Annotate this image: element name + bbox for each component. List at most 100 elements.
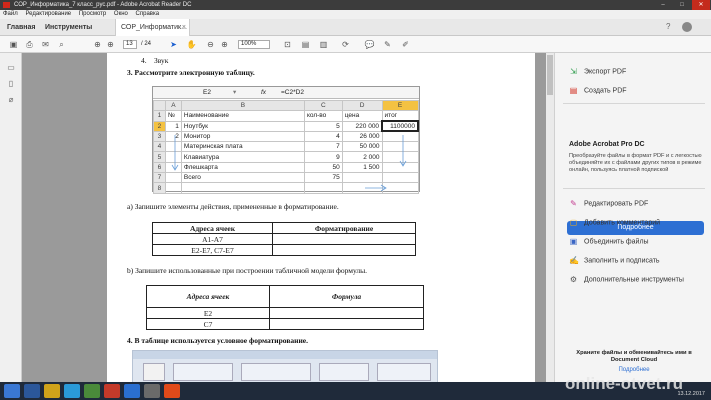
menu-bar: Файл Редактирование Просмотр Окно Справк…: [0, 10, 711, 19]
vertical-scrollbar[interactable]: [546, 53, 554, 400]
create-pdf-item[interactable]: ▤ Создать PDF: [569, 86, 627, 95]
help-icon[interactable]: ?: [666, 22, 670, 31]
zoom-dropdown[interactable]: 100%: [238, 40, 270, 49]
fill-sign-icon: ✍: [569, 256, 579, 265]
menu-view[interactable]: Просмотр: [79, 11, 106, 17]
right-tools-pane: ⇲ Экспорт PDF ▤ Создать PDF Adobe Acrobat …: [554, 53, 711, 400]
taskbar-app-icon[interactable]: [124, 384, 140, 398]
ribbon-group: [143, 363, 165, 381]
zoom-out-icon[interactable]: ⊖: [205, 39, 216, 50]
select-tool-icon[interactable]: ➤: [168, 39, 179, 50]
page-up-icon[interactable]: ⊕: [92, 39, 103, 50]
promo-title: Adobe Acrobat Pro DC: [569, 141, 645, 148]
create-pdf-icon: ▤: [569, 86, 578, 95]
table-b-cell: [269, 307, 424, 319]
tab-tools[interactable]: Инструменты: [40, 19, 97, 36]
ribbon-group: [173, 363, 233, 381]
taskbar-app-icon[interactable]: [64, 384, 80, 398]
promo-text: Преобразуйте файлы в формат PDF и с легк…: [569, 153, 702, 173]
add-comment-item[interactable]: ▢ Добавить комментарий: [569, 218, 660, 227]
left-nav-pane: ▭ ▯ ⌀: [0, 53, 22, 400]
save-icon[interactable]: ▣: [8, 39, 19, 50]
scrollbar-thumb[interactable]: [547, 55, 553, 95]
toolbar: ▣ ⎙ ✉ ⌕ ⊕ ⊕ 13 / 24 ➤ ✋ ⊖ ⊕ 100% ⊡ ▤ ▥ ⟳…: [0, 36, 711, 53]
combine-files-item[interactable]: ▣ Объединить файлы: [569, 237, 649, 246]
ribbon-tab-strip: [133, 351, 437, 359]
table-b-cell: С7: [146, 318, 270, 330]
menu-window[interactable]: Окно: [114, 11, 128, 17]
comment-icon[interactable]: 💬: [364, 39, 375, 50]
taskbar-app-icon[interactable]: [44, 384, 60, 398]
tab-home[interactable]: Главная: [2, 19, 40, 36]
table-a-cell: А1-А7: [152, 233, 273, 245]
table-a-cell: [272, 233, 416, 245]
export-pdf-label: Экспорт PDF: [584, 68, 627, 76]
menu-file[interactable]: Файл: [3, 11, 18, 17]
edit-pdf-icon: ✎: [570, 199, 577, 208]
question-3: 3. Рассмотрите электронную таблицу.: [127, 68, 255, 77]
table-a-cell: [272, 244, 416, 256]
table-b-cell: Е2: [146, 307, 270, 319]
minimize-icon[interactable]: –: [654, 0, 672, 10]
taskbar-app-icon[interactable]: [24, 384, 40, 398]
fill-sign-label: Заполнить и подписать: [584, 257, 660, 265]
edit-pdf-item[interactable]: ✎ Редактировать PDF: [569, 199, 648, 208]
menu-help[interactable]: Справка: [136, 11, 160, 17]
ribbon-group: [319, 363, 369, 381]
account-avatar[interactable]: [682, 22, 692, 32]
taskbar-app-icon[interactable]: [84, 384, 100, 398]
page-down-icon[interactable]: ⊕: [105, 39, 116, 50]
table-b-cell: [269, 318, 424, 330]
taskbar-app-icon[interactable]: [164, 384, 180, 398]
window-title: СОР_Информатика_7 класс_рус.pdf - Adobe …: [14, 2, 192, 8]
spreadsheet-image: E2 ▾ fx =C2*D2 A B C D E 1 № Наименовани…: [152, 86, 420, 194]
add-comment-label: Добавить комментарий: [584, 219, 661, 227]
pen-icon[interactable]: ✎: [382, 39, 393, 50]
close-icon[interactable]: ✕: [692, 0, 710, 10]
tab-document[interactable]: СОР_Информатик... ×: [115, 19, 190, 36]
fill-sign-item[interactable]: ✍ Заполнить и подписать: [569, 256, 660, 265]
table-b-header: Формула: [269, 285, 424, 308]
table-a-header: Адреса ячеек: [152, 222, 273, 234]
more-tools-label: Дополнительные инструменты: [584, 276, 684, 284]
page-thumbnails-icon[interactable]: ▭: [6, 63, 16, 73]
tab-bar: Главная Инструменты СОР_Информатик... × …: [0, 19, 711, 36]
email-icon[interactable]: ✉: [40, 39, 51, 50]
create-pdf-label: Создать PDF: [584, 87, 627, 95]
fit-page-icon[interactable]: ⊡: [282, 39, 293, 50]
question-b: b) Запишите использованные при построени…: [127, 266, 368, 275]
taskbar-app-icon[interactable]: [104, 384, 120, 398]
more-tools-icon: ⚙: [569, 275, 578, 284]
attachments-icon[interactable]: ⌀: [6, 95, 16, 105]
title-bar: СОР_Информатика_7 класс_рус.pdf - Adobe …: [0, 0, 711, 10]
table-b-header: Адреса ячеек: [146, 285, 270, 308]
tab-close-icon[interactable]: ×: [182, 19, 186, 36]
annotation-arrows: [171, 135, 407, 191]
document-cloud-text: Храните файлы и обменивайтесь ими в Docu…: [576, 350, 692, 363]
page-number-input[interactable]: 13: [123, 40, 137, 49]
page-total: / 24: [141, 41, 152, 47]
rotate-icon[interactable]: ⟳: [340, 39, 351, 50]
hand-tool-icon[interactable]: ✋: [186, 39, 197, 50]
menu-edit[interactable]: Редактирование: [25, 11, 71, 17]
bookmarks-icon[interactable]: ▯: [6, 79, 16, 89]
more-tools-item[interactable]: ⚙ Дополнительные инструменты: [569, 275, 684, 284]
start-icon[interactable]: [4, 384, 20, 398]
ribbon-group: [377, 363, 431, 381]
maximize-icon[interactable]: □: [673, 0, 691, 10]
export-pdf-item[interactable]: ⇲ Экспорт PDF: [569, 67, 626, 76]
question-a: а) Запишите элементы действия, примененн…: [127, 202, 339, 211]
taskbar-app-icon[interactable]: [144, 384, 160, 398]
read-mode-icon[interactable]: ▥: [318, 39, 329, 50]
highlight-icon[interactable]: ✐: [400, 39, 411, 50]
scroll-mode-icon[interactable]: ▤: [300, 39, 311, 50]
search-icon[interactable]: ⌕: [56, 39, 67, 50]
print-icon[interactable]: ⎙: [24, 39, 35, 50]
combine-files-label: Объединить файлы: [584, 238, 649, 246]
edit-pdf-label: Редактировать PDF: [584, 200, 649, 208]
comment-icon: ▢: [569, 218, 578, 227]
question-4: 4. В таблице используется условное форма…: [127, 336, 308, 345]
document-cloud-link[interactable]: Подробнее: [563, 367, 705, 373]
zoom-in-icon[interactable]: ⊕: [219, 39, 230, 50]
combine-files-icon: ▣: [569, 237, 578, 246]
